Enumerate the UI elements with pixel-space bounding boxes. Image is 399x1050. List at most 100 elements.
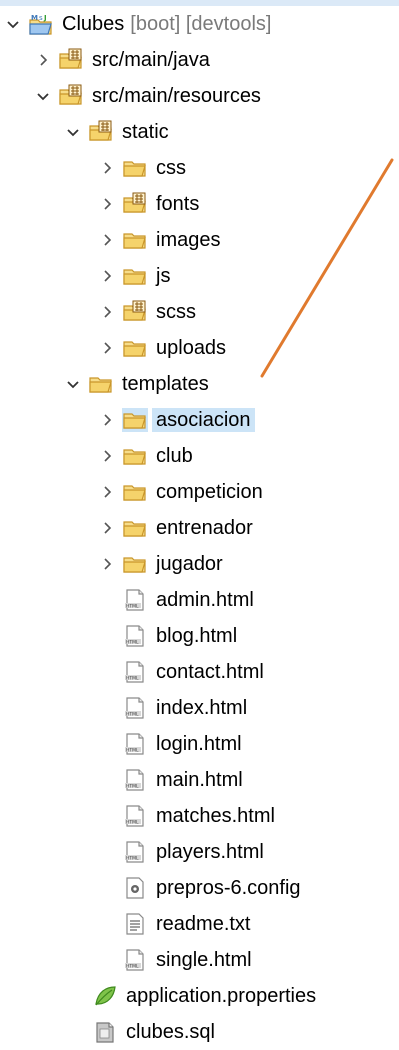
chevron-right-icon[interactable] — [100, 449, 114, 463]
folder-icon — [122, 264, 148, 288]
spring-leaf-icon — [92, 984, 118, 1008]
html-file-icon — [122, 732, 148, 756]
html-file-icon — [122, 840, 148, 864]
tree-item-label: jugador — [156, 553, 223, 575]
tree-item-club[interactable]: club — [0, 438, 399, 474]
folder-icon — [122, 156, 148, 180]
package-folder-icon — [88, 120, 114, 144]
chevron-down-icon[interactable] — [36, 89, 50, 103]
chevron-right-icon[interactable] — [100, 485, 114, 499]
tree-item-asociacion[interactable]: asociacion — [0, 402, 399, 438]
tree-item-label: entrenador — [156, 517, 253, 539]
tree-item-label: contact.html — [156, 661, 264, 683]
tree-item-competicion[interactable]: competicion — [0, 474, 399, 510]
tree-item-label: index.html — [156, 697, 248, 719]
package-folder-icon — [122, 300, 148, 324]
tree-item-static[interactable]: static — [0, 114, 399, 150]
folder-icon — [122, 408, 148, 432]
html-file-icon — [122, 660, 148, 684]
tree-item-label: prepros-6.config — [156, 877, 301, 899]
tree-item-label: fonts — [156, 193, 200, 215]
folder-icon — [122, 552, 148, 576]
spring-project-icon — [28, 12, 54, 36]
package-folder-icon — [58, 84, 84, 108]
tree-item-src-main-resources[interactable]: src/main/resources — [0, 78, 399, 114]
chevron-right-icon[interactable] — [100, 413, 114, 427]
tree-item-label: single.html — [156, 949, 252, 971]
sql-file-icon — [92, 1020, 118, 1044]
chevron-right-icon[interactable] — [100, 161, 114, 175]
gear-file-icon — [122, 876, 148, 900]
tree-item-label: images — [156, 229, 221, 251]
tree-item-label: src/main/java — [92, 49, 210, 71]
tree-item-label: login.html — [156, 733, 242, 755]
chevron-right-icon[interactable] — [100, 197, 114, 211]
chevron-right-icon[interactable] — [100, 305, 114, 319]
tree-item-jugador[interactable]: jugador — [0, 546, 399, 582]
tree-item-label: src/main/resources — [92, 85, 261, 107]
project-decorations: [boot] [devtools] — [130, 13, 272, 35]
folder-icon — [88, 372, 114, 396]
chevron-down-icon[interactable] — [66, 377, 80, 391]
tree-item-label: application.properties — [126, 985, 317, 1007]
tree-item-label: static — [122, 121, 169, 143]
tree-item-contact-html[interactable]: contact.html — [0, 654, 399, 690]
tree-item-players-html[interactable]: players.html — [0, 834, 399, 870]
tree-item-templates[interactable]: templates — [0, 366, 399, 402]
tree-item-images[interactable]: images — [0, 222, 399, 258]
text-file-icon — [122, 912, 148, 936]
tree-item-label: scss — [156, 301, 196, 323]
html-file-icon — [122, 768, 148, 792]
tree-item-label: templates — [122, 373, 209, 395]
project-explorer-tree: Clubes [boot] [devtools] src/main/java s… — [0, 6, 399, 1050]
tree-item-label: Clubes — [62, 13, 125, 35]
tree-item-label: admin.html — [156, 589, 254, 611]
chevron-right-icon[interactable] — [36, 53, 50, 67]
tree-item-project-clubes[interactable]: Clubes [boot] [devtools] — [0, 6, 399, 42]
tree-item-uploads[interactable]: uploads — [0, 330, 399, 366]
tree-item-main-html[interactable]: main.html — [0, 762, 399, 798]
tree-item-prepros-config[interactable]: prepros-6.config — [0, 870, 399, 906]
tree-item-label: blog.html — [156, 625, 238, 647]
tree-item-matches-html[interactable]: matches.html — [0, 798, 399, 834]
tree-item-label: clubes.sql — [126, 1021, 215, 1043]
chevron-right-icon[interactable] — [100, 557, 114, 571]
html-file-icon — [122, 948, 148, 972]
tree-item-label: competicion — [156, 481, 263, 503]
tree-item-label: matches.html — [156, 805, 275, 827]
html-file-icon — [122, 696, 148, 720]
chevron-right-icon[interactable] — [100, 521, 114, 535]
tree-item-fonts[interactable]: fonts — [0, 186, 399, 222]
tree-item-clubes-sql[interactable]: clubes.sql — [0, 1014, 399, 1050]
tree-item-admin-html[interactable]: admin.html — [0, 582, 399, 618]
chevron-down-icon[interactable] — [66, 125, 80, 139]
tree-item-js[interactable]: js — [0, 258, 399, 294]
folder-icon — [122, 228, 148, 252]
chevron-right-icon[interactable] — [100, 341, 114, 355]
tree-item-login-html[interactable]: login.html — [0, 726, 399, 762]
tree-item-scss[interactable]: scss — [0, 294, 399, 330]
chevron-right-icon[interactable] — [100, 233, 114, 247]
tree-item-entrenador[interactable]: entrenador — [0, 510, 399, 546]
tree-item-blog-html[interactable]: blog.html — [0, 618, 399, 654]
tree-item-label: js — [156, 265, 171, 287]
folder-icon — [122, 516, 148, 540]
folder-icon — [122, 336, 148, 360]
tree-item-label: players.html — [156, 841, 264, 863]
tree-item-index-html[interactable]: index.html — [0, 690, 399, 726]
tree-item-src-main-java[interactable]: src/main/java — [0, 42, 399, 78]
html-file-icon — [122, 624, 148, 648]
package-folder-icon — [122, 192, 148, 216]
html-file-icon — [122, 804, 148, 828]
package-folder-icon — [58, 48, 84, 72]
tree-item-label: css — [156, 157, 186, 179]
tree-item-label: club — [156, 445, 193, 467]
chevron-down-icon[interactable] — [6, 17, 20, 31]
tree-item-single-html[interactable]: single.html — [0, 942, 399, 978]
chevron-right-icon[interactable] — [100, 269, 114, 283]
tree-item-application-properties[interactable]: application.properties — [0, 978, 399, 1014]
tree-item-readme-txt[interactable]: readme.txt — [0, 906, 399, 942]
html-file-icon — [122, 588, 148, 612]
tree-item-css[interactable]: css — [0, 150, 399, 186]
tree-item-label-selected: asociacion — [152, 408, 255, 432]
